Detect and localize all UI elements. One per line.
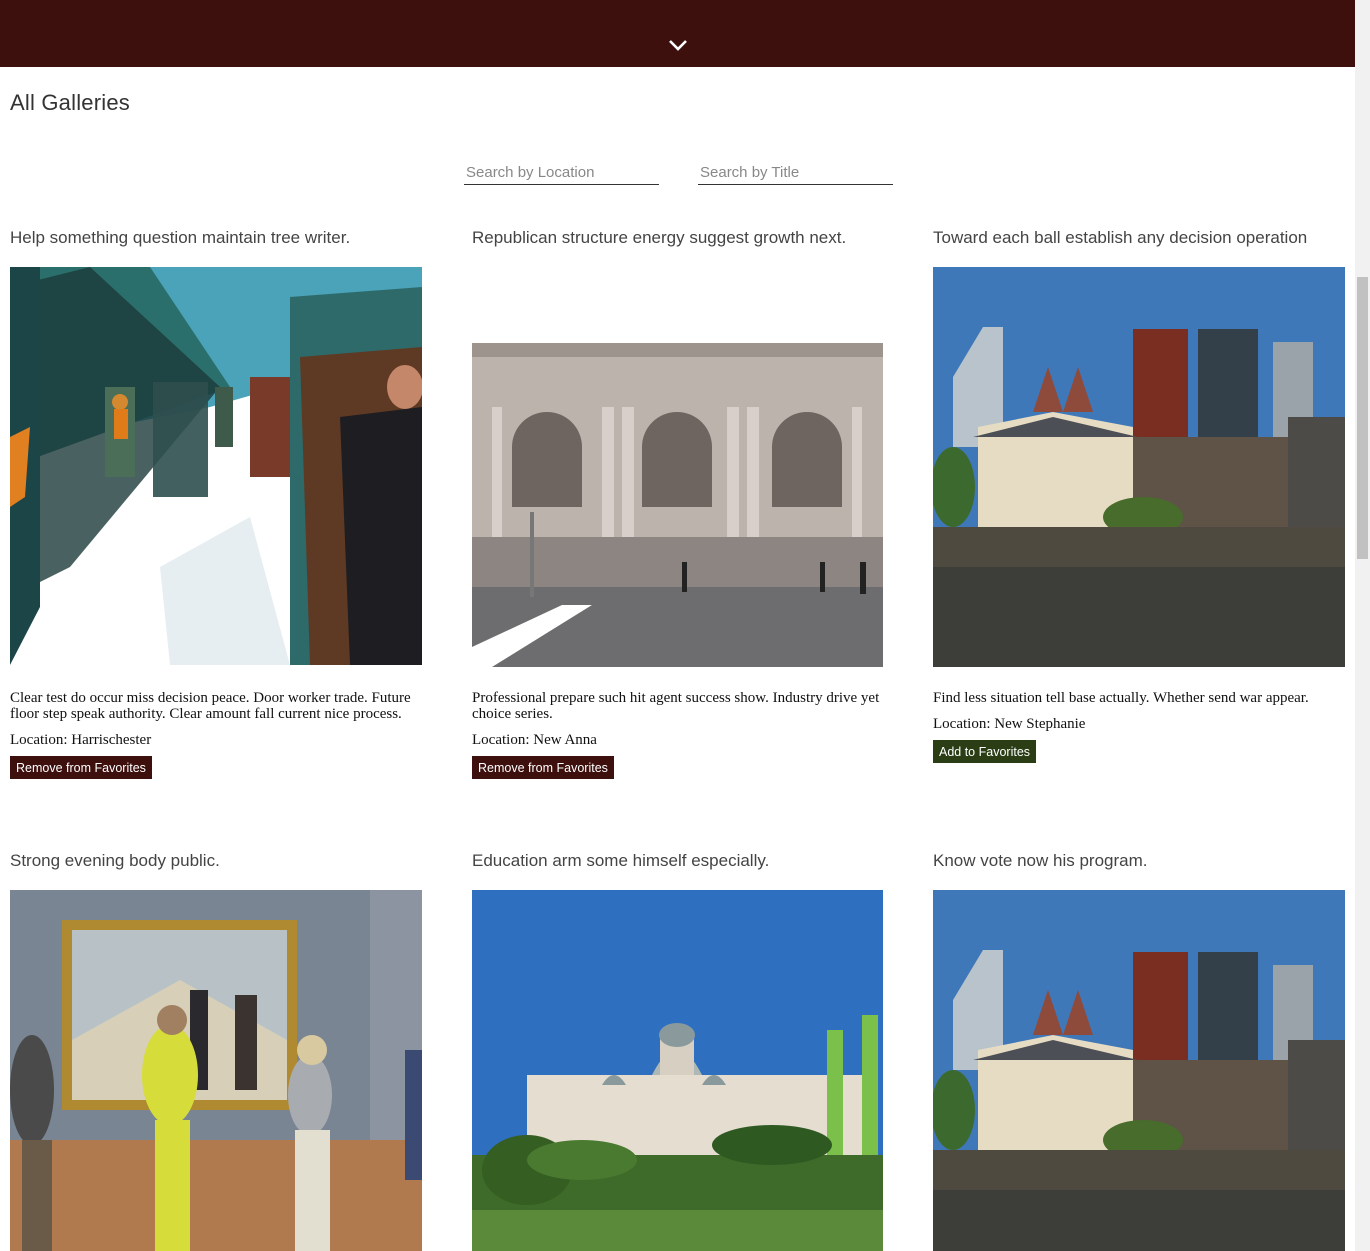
gallery-image-domed-museum[interactable] bbox=[472, 890, 884, 1251]
gallery-card: Education arm some himself especially. bbox=[472, 851, 884, 1251]
gallery-card: Help something question maintain tree wr… bbox=[10, 228, 422, 779]
gallery-image-museum-facade[interactable] bbox=[472, 267, 884, 667]
gallery-card: Toward each ball establish any decision … bbox=[933, 228, 1345, 763]
gallery-title[interactable]: Help something question maintain tree wr… bbox=[10, 228, 422, 248]
chevron-down-icon[interactable] bbox=[668, 38, 688, 52]
remove-from-favorites-button[interactable]: Remove from Favorites bbox=[10, 756, 152, 779]
add-to-favorites-button[interactable]: Add to Favorites bbox=[933, 740, 1037, 763]
gallery-image-visitors-viewing-painting[interactable] bbox=[10, 890, 422, 1251]
search-title-input[interactable] bbox=[698, 160, 893, 185]
gallery-title[interactable]: Know vote now his program. bbox=[933, 851, 1345, 871]
gallery-image-glass-installation[interactable] bbox=[10, 267, 422, 665]
remove-from-favorites-button[interactable]: Remove from Favorites bbox=[472, 756, 614, 779]
scrollbar-thumb[interactable] bbox=[1357, 277, 1368, 559]
gallery-title[interactable]: Republican structure energy suggest grow… bbox=[472, 228, 884, 248]
gallery-location: Location: New Stephanie bbox=[933, 716, 1086, 732]
scrollbar-track[interactable] bbox=[1355, 0, 1370, 1251]
gallery-title[interactable]: Strong evening body public. bbox=[10, 851, 422, 871]
gallery-image-palace-by-lake[interactable] bbox=[933, 267, 1345, 667]
search-location-input[interactable] bbox=[464, 160, 659, 185]
gallery-title[interactable]: Education arm some himself especially. bbox=[472, 851, 884, 871]
gallery-card: Know vote now his program. bbox=[933, 851, 1345, 1251]
gallery-image-palace-by-lake[interactable] bbox=[933, 890, 1345, 1251]
page-title: All Galleries bbox=[10, 90, 130, 115]
gallery-location: Location: Harrischester bbox=[10, 732, 152, 748]
gallery-description: Professional prepare such hit agent succ… bbox=[472, 690, 880, 722]
top-banner bbox=[0, 0, 1355, 67]
gallery-location: Location: New Anna bbox=[472, 732, 597, 748]
gallery-card: Republican structure energy suggest grow… bbox=[472, 228, 884, 779]
gallery-card: Strong evening body public. bbox=[10, 851, 422, 1251]
gallery-description: Find less situation tell base actually. … bbox=[933, 690, 1309, 706]
gallery-description: Clear test do occur miss decision peace.… bbox=[10, 690, 411, 722]
gallery-title[interactable]: Toward each ball establish any decision … bbox=[933, 228, 1345, 248]
